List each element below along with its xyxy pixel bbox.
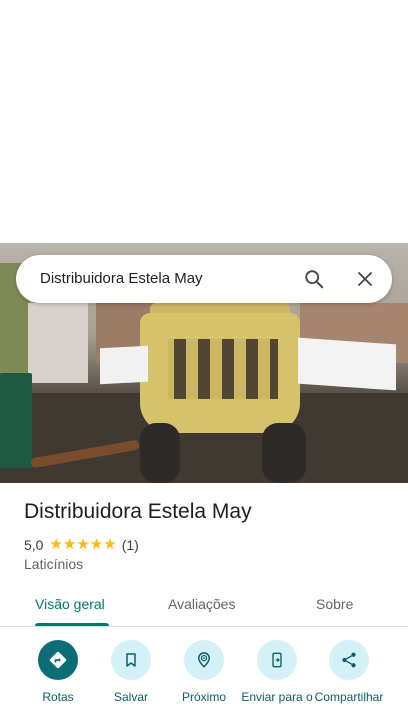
- star-icons: ★★★★★: [49, 536, 117, 553]
- photo-wheel: [140, 423, 180, 483]
- tab-overview[interactable]: Visão geral: [35, 596, 105, 612]
- bookmark-icon: [126, 653, 136, 667]
- nearby-icon: [197, 652, 211, 668]
- tab-about[interactable]: Sobre: [316, 596, 353, 612]
- photo-wheel: [262, 423, 306, 483]
- save-button-circle[interactable]: [111, 640, 151, 680]
- action-bar: Rotas Salvar Próximo Enviar para o Compa…: [0, 640, 408, 726]
- place-title: Distribuidora Estela May: [24, 500, 252, 523]
- search-input[interactable]: Distribuidora Estela May: [40, 255, 203, 303]
- search-button[interactable]: [294, 259, 334, 299]
- send-to-phone-icon: [272, 652, 282, 668]
- share-label: Compartilhar: [314, 690, 384, 704]
- directions-label: Rotas: [42, 690, 74, 704]
- rating-score: 5,0: [24, 537, 44, 553]
- photo-window: [28, 303, 88, 383]
- nearby-button-circle[interactable]: [184, 640, 224, 680]
- share-icon: [342, 652, 356, 668]
- photo-sign: [298, 337, 396, 391]
- rating-row[interactable]: 5,0 ★★★★★ (1): [24, 536, 139, 554]
- search-bar[interactable]: Distribuidora Estela May: [16, 255, 392, 303]
- close-icon: [358, 272, 372, 286]
- directions-button-circle[interactable]: [38, 640, 78, 680]
- photo-bin: [0, 373, 32, 468]
- star-rating: ★★★★★: [49, 536, 116, 554]
- send-to-phone-button-circle[interactable]: [257, 640, 297, 680]
- send-to-phone-button[interactable]: Enviar para o: [239, 640, 315, 704]
- photo-forklift-grille: [168, 339, 278, 399]
- directions-icon: [49, 651, 67, 669]
- tab-bar: Visão geral Avaliações Sobre: [0, 585, 408, 627]
- review-count[interactable]: (1): [122, 537, 139, 553]
- share-button-circle[interactable]: [329, 640, 369, 680]
- search-icon: [305, 270, 324, 289]
- nearby-label: Próximo: [181, 690, 226, 704]
- place-category[interactable]: Laticínios: [24, 556, 83, 572]
- directions-button[interactable]: Rotas: [20, 640, 96, 704]
- nearby-button[interactable]: Próximo: [166, 640, 242, 704]
- active-tab-indicator: [35, 623, 109, 626]
- photo-sign: [100, 345, 148, 385]
- clear-button[interactable]: [345, 259, 385, 299]
- save-button[interactable]: Salvar: [93, 640, 169, 704]
- tab-reviews[interactable]: Avaliações: [168, 596, 235, 612]
- map-area: [0, 0, 408, 243]
- save-label: Salvar: [113, 690, 148, 704]
- send-to-phone-label: Enviar para o: [241, 690, 313, 704]
- share-button[interactable]: Compartilhar: [311, 640, 387, 704]
